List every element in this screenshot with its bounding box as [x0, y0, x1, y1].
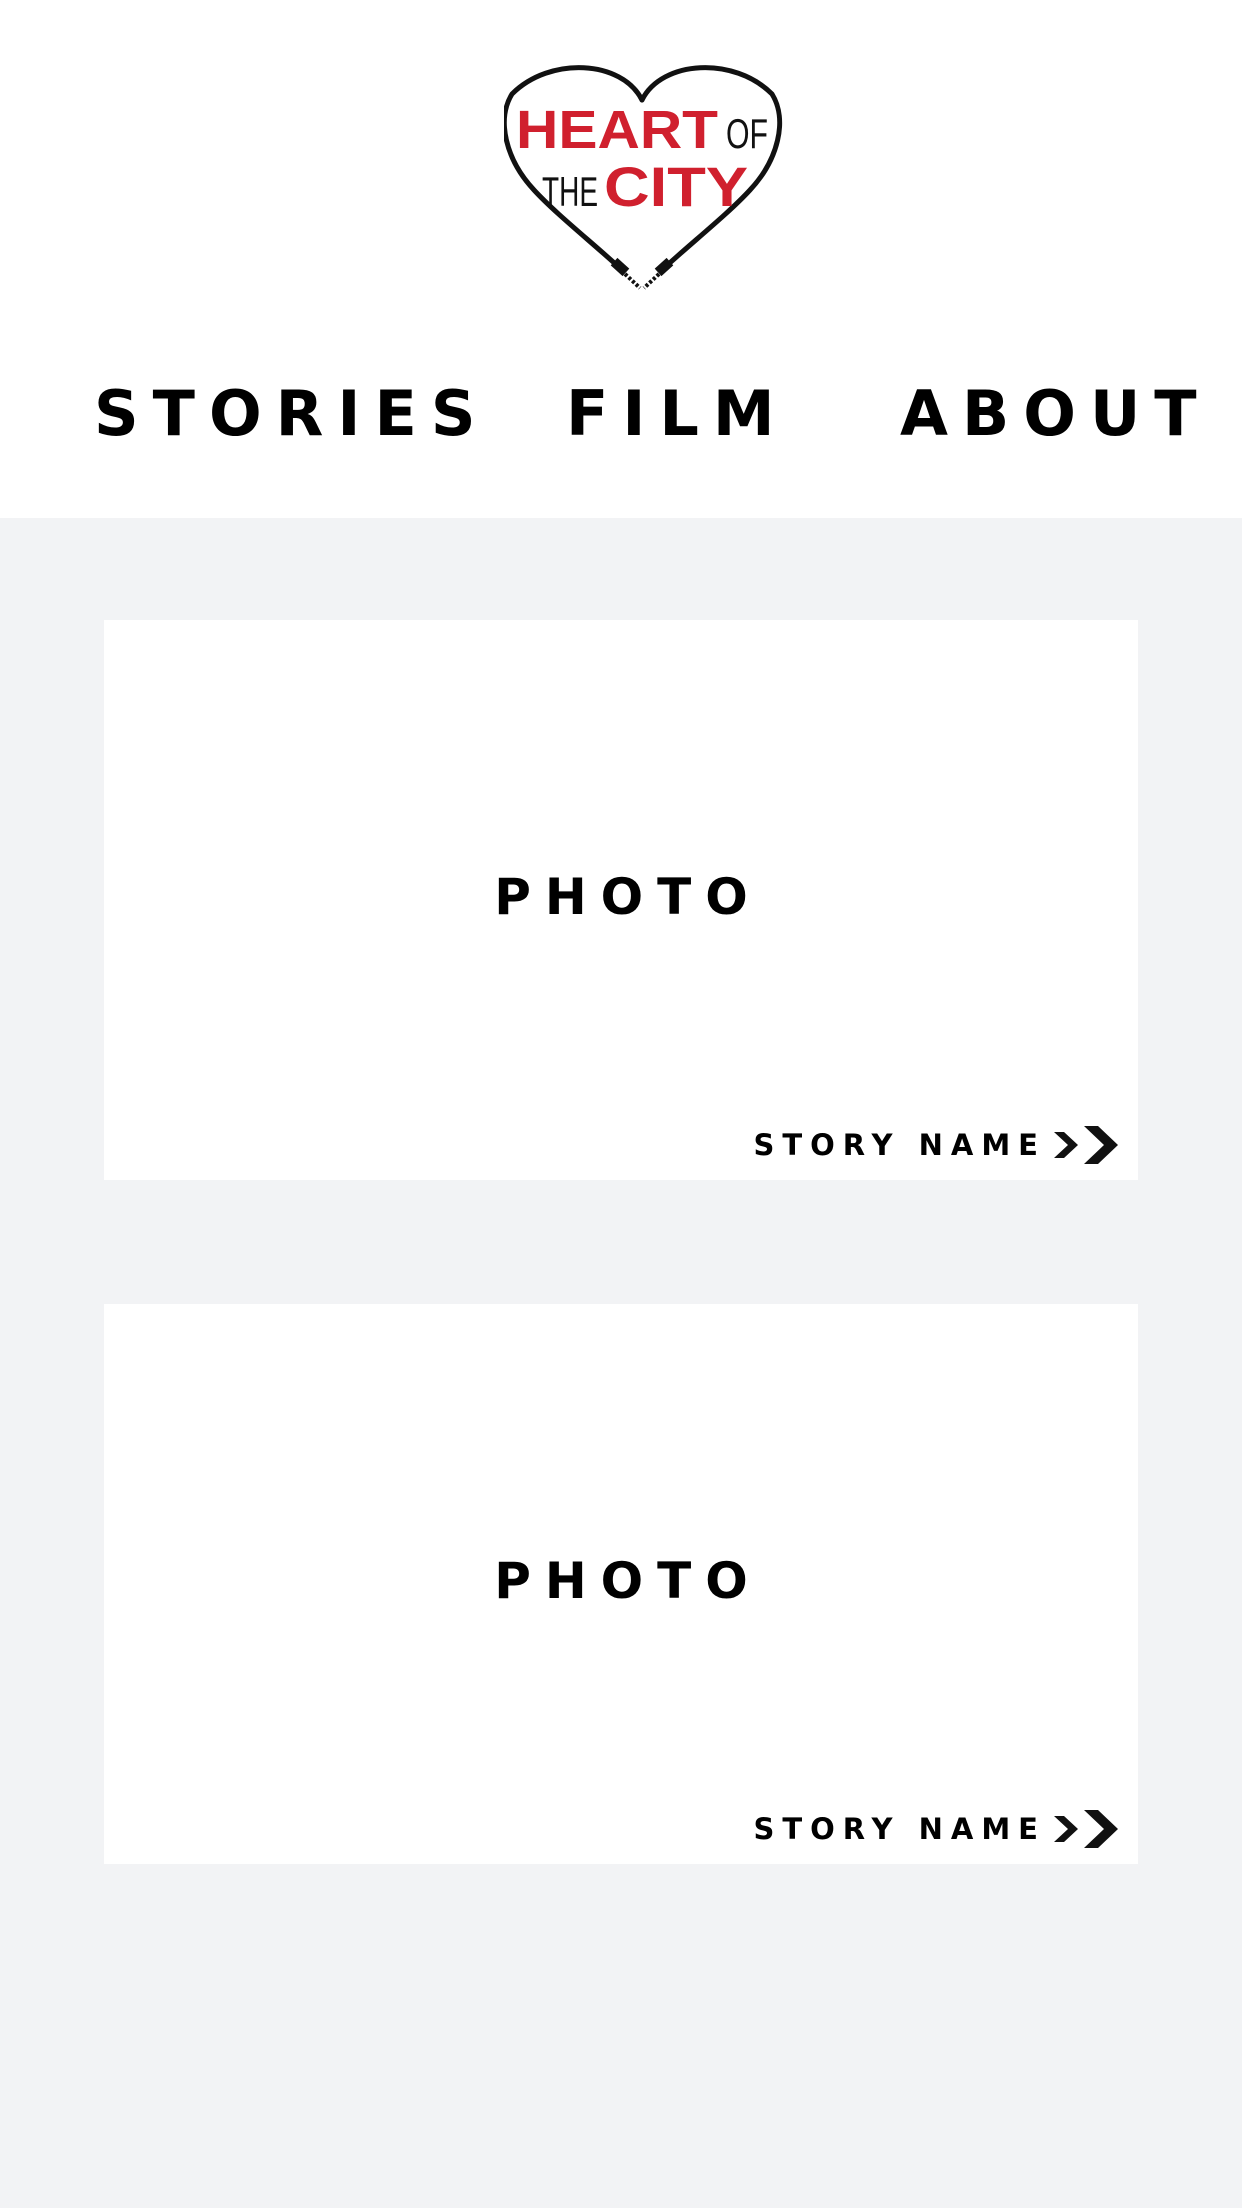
heart-of-the-city-logo[interactable]: HEART OF THE CITY — [504, 56, 790, 304]
photo-placeholder: PHOTO — [494, 1552, 762, 1610]
double-chevron-right-icon — [1054, 1810, 1118, 1848]
heart-logo-icon: HEART OF THE CITY — [504, 65, 783, 290]
story-name-label: STORY NAME — [753, 1128, 1046, 1162]
double-chevron-right-icon — [1054, 1126, 1118, 1164]
logo-heart-text: HEART — [516, 100, 718, 160]
story-name-label: STORY NAME — [753, 1812, 1046, 1846]
story-card[interactable]: PHOTO STORY NAME — [104, 620, 1138, 1180]
logo-of-text: OF — [726, 110, 768, 157]
logo-city-text: CITY — [604, 155, 748, 218]
nav-about[interactable]: ABOUT — [900, 374, 1211, 454]
story-card[interactable]: PHOTO STORY NAME — [104, 1304, 1138, 1864]
nav-film[interactable]: FILM — [566, 374, 789, 454]
story-name-link[interactable]: STORY NAME — [753, 1124, 1124, 1166]
nav-stories[interactable]: STORIES — [94, 374, 489, 454]
logo-the-text: THE — [542, 168, 598, 215]
header: HEART OF THE CITY STORIES FILM ABOUT — [0, 0, 1242, 518]
photo-placeholder: PHOTO — [494, 868, 762, 926]
story-name-link[interactable]: STORY NAME — [753, 1808, 1124, 1850]
